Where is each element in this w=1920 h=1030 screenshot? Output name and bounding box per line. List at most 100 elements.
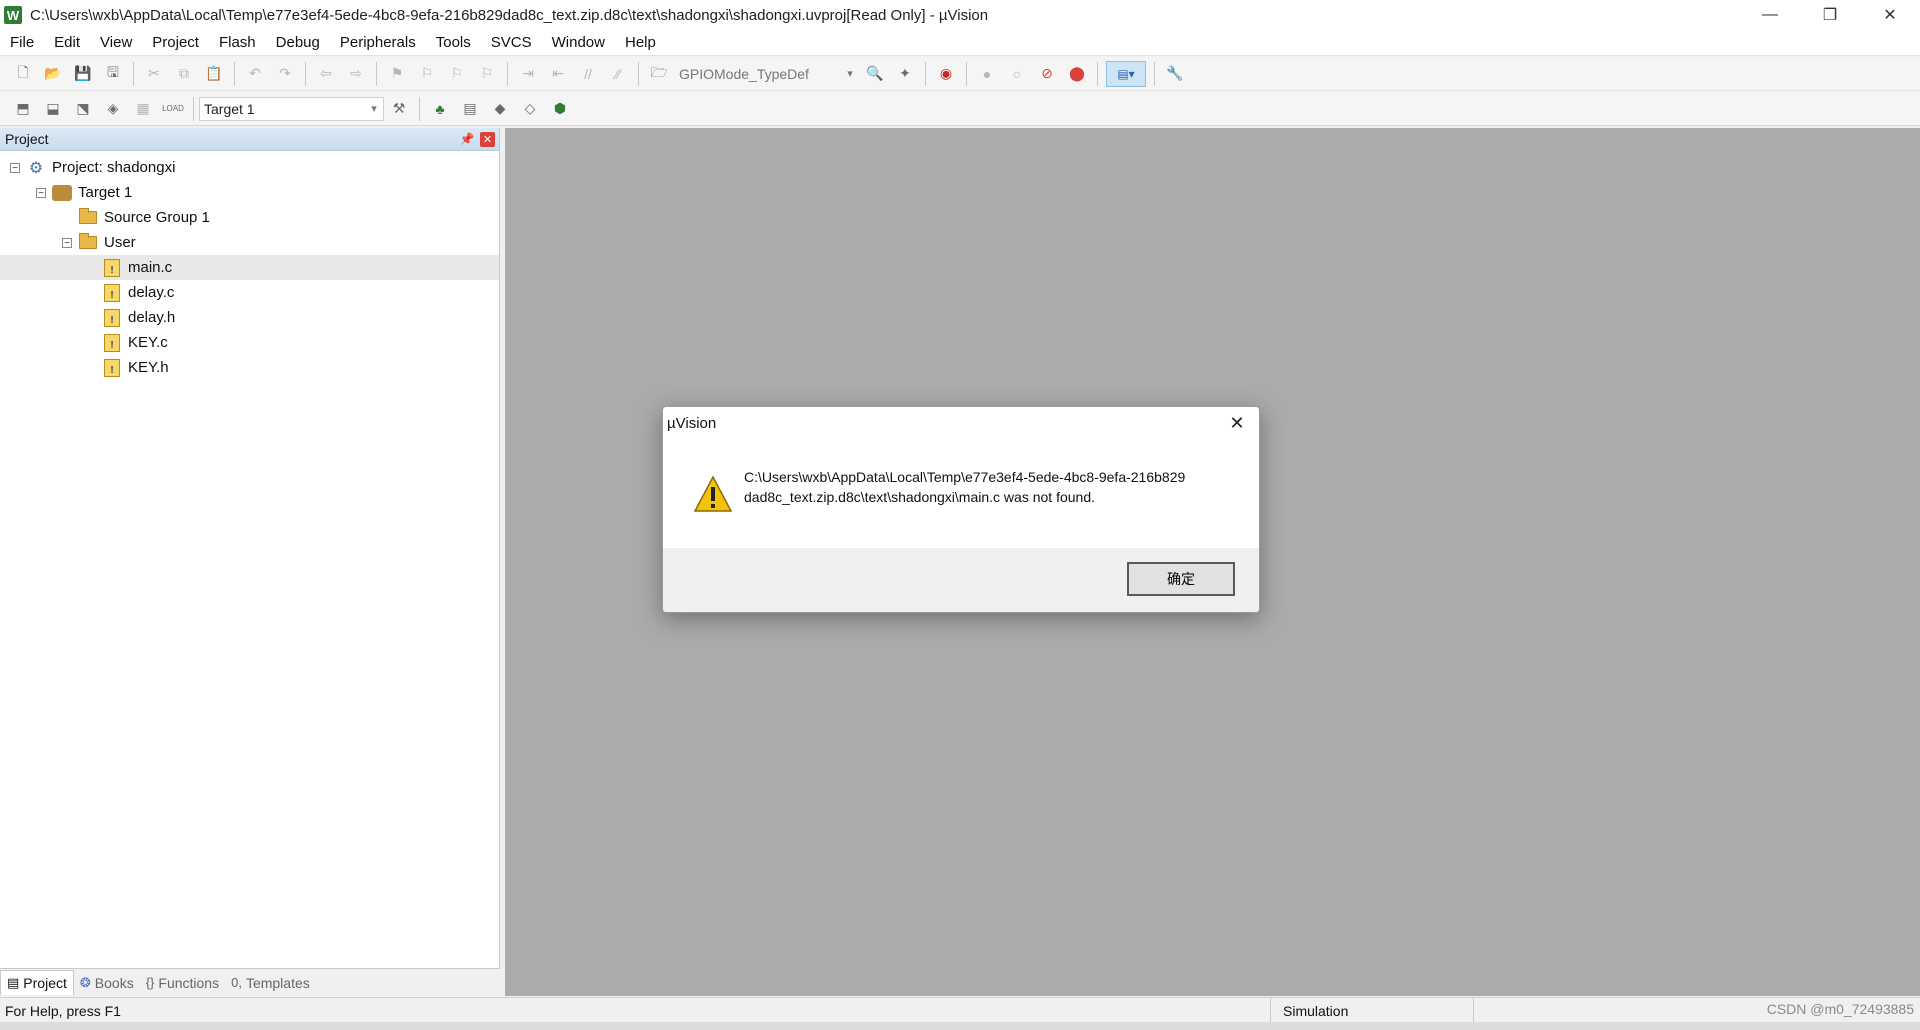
tree-group-node[interactable]: Source Group 1: [0, 205, 499, 230]
menu-window[interactable]: Window: [542, 34, 615, 51]
ok-button[interactable]: 确定: [1127, 562, 1235, 596]
menu-tools[interactable]: Tools: [426, 34, 481, 51]
file-warning-icon: !: [102, 358, 122, 377]
menu-flash[interactable]: Flash: [209, 34, 266, 51]
toolbar-separator: [376, 61, 377, 86]
uncomment-icon[interactable]: ⁄⁄: [606, 62, 630, 86]
bookmark-toggle-icon[interactable]: ⚑: [385, 62, 409, 86]
manage-packs-icon[interactable]: ▤: [458, 97, 482, 121]
title-bar: W C:\Users\wxb\AppData\Local\Temp\e77e3e…: [0, 0, 1920, 30]
navigate-back-icon[interactable]: ⇦: [314, 62, 338, 86]
tab-templates[interactable]: 0, Templates: [225, 971, 316, 995]
tree-file-node[interactable]: ! delay.c: [0, 280, 499, 305]
file-warning-icon: !: [102, 258, 122, 277]
bookmark-next-icon[interactable]: ⚐: [445, 62, 469, 86]
minimize-button[interactable]: —: [1740, 0, 1800, 30]
target-combo[interactable]: Target 1 ▾: [199, 96, 384, 121]
unindent-icon[interactable]: ⇤: [546, 62, 570, 86]
build-toolbar: ⬒ ⬓ ⬔ ◈ ▦ LOAD Target 1 ▾ ⚒ ♣ ▤ ◆ ◇ ⬢: [0, 92, 1920, 126]
tree-file-node[interactable]: ! delay.h: [0, 305, 499, 330]
restore-button[interactable]: ❐: [1800, 0, 1860, 30]
tab-books[interactable]: ❂ Books: [74, 971, 140, 995]
undo-icon[interactable]: ↶: [243, 62, 267, 86]
project-icon: ⚙: [28, 159, 44, 177]
tree-file-node[interactable]: ! KEY.c: [0, 330, 499, 355]
tree-group-node[interactable]: − User: [0, 230, 499, 255]
debug-session-icon[interactable]: ◉: [934, 62, 958, 86]
window-layout-icon: ▤▾: [1117, 66, 1135, 81]
comment-icon[interactable]: //: [576, 62, 600, 86]
bookmark-prev-icon[interactable]: ⚐: [415, 62, 439, 86]
enable-breakpoint-icon[interactable]: ○: [1005, 62, 1029, 86]
folder-open-icon: [78, 233, 98, 252]
new-file-icon[interactable]: 🗋: [11, 62, 35, 86]
tree-file-node[interactable]: ! KEY.h: [0, 355, 499, 380]
tree-project-node[interactable]: − ⚙ Project: shadongxi: [0, 155, 499, 180]
collapse-icon[interactable]: −: [36, 187, 46, 198]
tab-functions[interactable]: {} Functions: [140, 971, 225, 995]
tree-target-node[interactable]: − Target 1: [0, 180, 499, 205]
file-name: KEY.h: [128, 359, 169, 376]
menu-bar: File Edit View Project Flash Debug Perip…: [0, 30, 1920, 56]
menu-svcs[interactable]: SVCS: [481, 34, 542, 51]
rebuild-icon[interactable]: ⬔: [71, 97, 95, 121]
books-icon: ❂: [79, 974, 91, 990]
insert-breakpoint-icon[interactable]: ●: [975, 62, 999, 86]
close-icon[interactable]: ✕: [480, 131, 495, 147]
find-combo[interactable]: GPIOMode_TypeDef ▾: [674, 61, 860, 86]
redo-icon[interactable]: ↷: [273, 62, 297, 86]
indent-icon[interactable]: ⇥: [516, 62, 540, 86]
project-panel-header: Project 📌 ✕: [0, 128, 499, 151]
menu-view[interactable]: View: [90, 34, 142, 51]
pack-installer-icon[interactable]: ⬢: [548, 97, 572, 121]
dialog-close-icon[interactable]: ✕: [1225, 411, 1249, 435]
kill-breakpoints-icon[interactable]: ⬤: [1065, 62, 1089, 86]
bookmark-clear-icon[interactable]: ⚐: [475, 62, 499, 86]
copy-icon[interactable]: ⧉: [172, 62, 196, 86]
save-all-icon[interactable]: 🖫: [101, 62, 125, 86]
paste-icon[interactable]: 📋: [202, 62, 226, 86]
collapse-icon[interactable]: −: [10, 162, 20, 173]
functions-icon: {}: [145, 975, 155, 990]
batch-build-icon[interactable]: ◈: [101, 97, 125, 121]
find-icon[interactable]: 🔍: [863, 62, 887, 86]
tab-project[interactable]: ▤ Project: [0, 970, 74, 995]
save-icon[interactable]: 💾: [71, 62, 95, 86]
select-packs-icon[interactable]: ◆: [488, 97, 512, 121]
target-options-icon[interactable]: ⚒: [387, 97, 411, 121]
manage-rte-icon[interactable]: ◇: [518, 97, 542, 121]
menu-peripherals[interactable]: Peripherals: [330, 34, 426, 51]
build-icon[interactable]: ⬓: [41, 97, 65, 121]
cut-icon[interactable]: ✂: [142, 62, 166, 86]
navigate-forward-icon[interactable]: ⇨: [344, 62, 368, 86]
incremental-find-icon[interactable]: ✦: [893, 62, 917, 86]
configure-icon[interactable]: 🔧: [1163, 62, 1187, 86]
open-file-icon[interactable]: 📂: [41, 62, 65, 86]
file-warning-icon: !: [102, 308, 122, 327]
collapse-icon[interactable]: −: [62, 237, 72, 248]
project-tab-icon: ▤: [7, 975, 20, 990]
disable-breakpoints-icon[interactable]: ⊘: [1035, 62, 1059, 86]
pin-icon[interactable]: 📌: [458, 132, 476, 146]
dialog-message: C:\Users\wxb\AppData\Local\Temp\e77e3ef4…: [744, 467, 1224, 507]
find-in-files-icon[interactable]: 🗁: [647, 62, 671, 86]
menu-project[interactable]: Project: [142, 34, 209, 51]
project-panel: Project 📌 ✕ − ⚙ Project: shadongxi − Tar…: [0, 128, 500, 996]
chevron-down-icon: ▾: [847, 68, 853, 80]
window-layout-toggle[interactable]: ▤▾: [1106, 60, 1146, 87]
stop-build-icon[interactable]: ▦: [131, 97, 155, 121]
menu-debug[interactable]: Debug: [266, 34, 330, 51]
manage-project-items-icon[interactable]: ♣: [428, 97, 452, 121]
download-load-icon[interactable]: LOAD: [161, 97, 185, 121]
dialog-title: µVision: [667, 414, 717, 432]
translate-icon[interactable]: ⬒: [11, 97, 35, 121]
tab-label: Templates: [245, 974, 310, 991]
menu-file[interactable]: File: [0, 34, 44, 51]
menu-edit[interactable]: Edit: [44, 34, 90, 51]
tree-file-node[interactable]: ! main.c: [0, 255, 499, 280]
menu-help[interactable]: Help: [615, 34, 666, 51]
status-mode: Simulation: [1270, 998, 1473, 1023]
toolbar-separator: [305, 61, 306, 86]
dialog-message-line: C:\Users\wxb\AppData\Local\Temp\e77e3ef4…: [744, 469, 1186, 485]
close-window-button[interactable]: ✕: [1860, 0, 1920, 30]
